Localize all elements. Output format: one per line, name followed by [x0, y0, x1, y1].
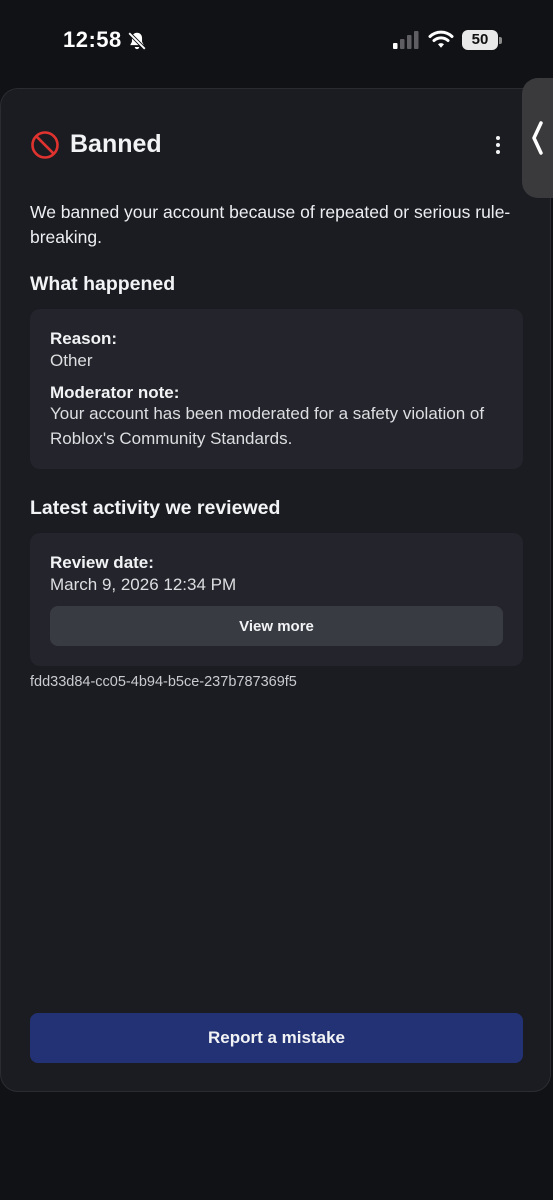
side-panel-handle[interactable] — [522, 78, 553, 198]
what-happened-heading: What happened — [30, 273, 176, 295]
page-title: Banned — [70, 130, 162, 158]
chevron-left-icon — [532, 121, 543, 155]
latest-activity-card: Review date: March 9, 2026 12:34 PM View… — [30, 533, 523, 666]
reference-id: fdd33d84-cc05-4b94-b5ce-237b787369f5 — [30, 674, 297, 690]
more-vertical-icon — [496, 136, 500, 140]
more-vertical-icon-dot — [496, 143, 500, 147]
cellular-signal-icon — [393, 31, 419, 49]
review-date-label: Review date: — [50, 553, 154, 572]
reason-value: Other — [50, 351, 93, 370]
more-vertical-icon-dot — [496, 150, 500, 154]
moderator-note-value: Your account has been moderated for a sa… — [50, 404, 485, 448]
sheet-header: Banned — [30, 128, 520, 164]
battery-tip — [499, 37, 502, 44]
battery-icon: 50 — [462, 30, 502, 50]
status-time: 12:58 — [63, 27, 122, 52]
latest-activity-heading: Latest activity we reviewed — [30, 497, 281, 519]
view-more-button[interactable]: View more — [50, 606, 503, 646]
wifi-icon — [428, 30, 454, 48]
ban-icon — [31, 131, 59, 159]
battery-level: 50 — [462, 30, 498, 50]
more-options-button[interactable] — [492, 128, 504, 162]
reason-label: Reason: — [50, 329, 118, 348]
what-happened-card: Reason: Other Moderator note: Your accou… — [30, 309, 523, 469]
ban-description: We banned your account because of repeat… — [30, 202, 511, 247]
status-bar: 12:58 50 — [0, 0, 553, 82]
report-mistake-button[interactable]: Report a mistake — [30, 1013, 523, 1063]
bell-off-icon — [127, 31, 147, 51]
moderator-note-label: Moderator note: — [50, 383, 180, 402]
review-date-value: March 9, 2026 12:34 PM — [50, 575, 237, 594]
